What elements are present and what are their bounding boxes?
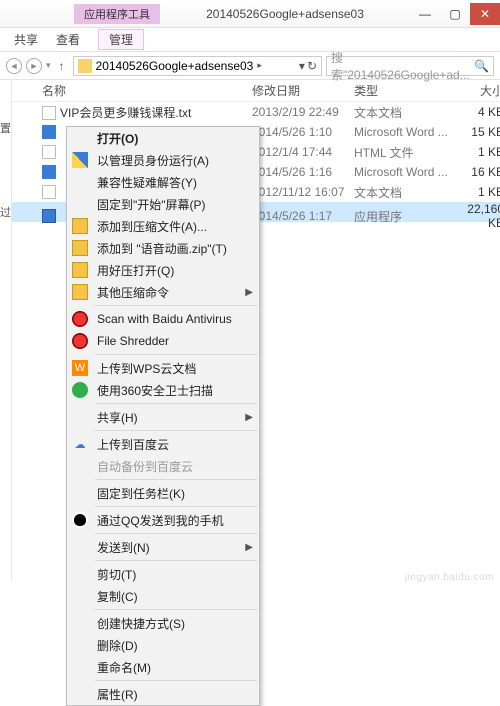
path-dropdown-icon[interactable]: ▾	[299, 59, 305, 73]
column-headers: 名称 修改日期 类型 大小	[12, 80, 500, 102]
forward-button[interactable]: ►	[26, 58, 42, 74]
contextual-tab: 应用程序工具	[74, 4, 160, 24]
ctx-create-shortcut[interactable]: 创建快捷方式(S)	[67, 612, 259, 634]
ctx-pin-taskbar[interactable]: 固定到任务栏(K)	[67, 482, 259, 504]
separator	[95, 609, 257, 610]
ctx-baidu-cloud[interactable]: ☁上传到百度云	[67, 433, 259, 455]
ctx-rename[interactable]: 重命名(M)	[67, 656, 259, 678]
shredder-icon	[72, 333, 88, 349]
window-title: 20140526Google+adsense03	[160, 7, 410, 21]
separator	[95, 479, 257, 480]
file-icon	[42, 165, 56, 179]
ribbon-tab-share[interactable]: 共享	[14, 31, 38, 48]
file-icon	[42, 125, 56, 139]
chevron-right-icon: ▸	[257, 60, 262, 71]
archive-icon	[72, 262, 88, 278]
chevron-right-icon: ▶	[245, 542, 253, 553]
minimize-button[interactable]: —	[410, 3, 440, 25]
breadcrumb-text: 20140526Google+adsense03	[96, 59, 254, 73]
ribbon-tab-view[interactable]: 查看	[56, 31, 80, 48]
col-name[interactable]: 名称	[42, 82, 252, 99]
folder-icon	[78, 59, 92, 73]
up-button[interactable]: ↑	[55, 59, 69, 73]
archive-icon	[72, 240, 88, 256]
close-button[interactable]: ✕	[470, 3, 500, 25]
file-icon	[42, 185, 56, 199]
ctx-scan-360[interactable]: 使用360安全卫士扫描	[67, 379, 259, 401]
archive-icon	[72, 284, 88, 300]
chevron-right-icon: ▶	[245, 412, 253, 423]
ctx-properties[interactable]: 属性(R)	[67, 683, 259, 705]
file-icon	[42, 209, 56, 223]
side-glyph-a: 置	[0, 120, 11, 136]
360-icon	[72, 382, 88, 398]
cloud-icon: ☁	[72, 436, 88, 452]
ctx-troubleshoot[interactable]: 兼容性疑难解答(Y)	[67, 171, 259, 193]
ribbon-tab-manage[interactable]: 管理	[98, 29, 144, 50]
side-glyph-b: 过	[0, 204, 11, 220]
file-row[interactable]: VIP会员更多赚钱课程.txt2013/2/19 22:49文本文档4 KB	[12, 102, 500, 122]
separator	[95, 680, 257, 681]
separator	[95, 354, 257, 355]
search-icon: 🔍	[474, 59, 489, 73]
breadcrumb[interactable]: 20140526Google+adsense03 ▸ ▾ ↻	[73, 56, 322, 76]
archive-icon	[72, 218, 88, 234]
wps-icon: W	[72, 360, 88, 376]
ctx-add-named-zip[interactable]: 添加到 "语音动画.zip"(T)	[67, 237, 259, 259]
separator	[95, 506, 257, 507]
file-icon	[42, 145, 56, 159]
history-dropdown[interactable]: ▾	[46, 60, 51, 71]
separator	[95, 305, 257, 306]
ctx-send-qq[interactable]: 通过QQ发送到我的手机	[67, 509, 259, 531]
separator	[95, 430, 257, 431]
maximize-button[interactable]: ▢	[440, 3, 470, 25]
ctx-add-archive[interactable]: 添加到压缩文件(A)...	[67, 215, 259, 237]
ctx-open[interactable]: 打开(O)	[67, 127, 259, 149]
title-bar: 应用程序工具 20140526Google+adsense03 — ▢ ✕	[0, 0, 500, 28]
ctx-file-shredder[interactable]: File Shredder	[67, 330, 259, 352]
ctx-cut[interactable]: 剪切(T)	[67, 563, 259, 585]
ctx-scan-baidu-av[interactable]: Scan with Baidu Antivirus	[67, 308, 259, 330]
shield-icon	[72, 152, 88, 168]
ctx-share[interactable]: 共享(H)▶	[67, 406, 259, 428]
separator	[95, 403, 257, 404]
ctx-upload-wps[interactable]: W上传到WPS云文档	[67, 357, 259, 379]
ctx-pin-start[interactable]: 固定到"开始"屏幕(P)	[67, 193, 259, 215]
search-input[interactable]: 搜索"20140526Google+ad... 🔍	[326, 56, 494, 76]
separator	[95, 560, 257, 561]
back-button[interactable]: ◄	[6, 58, 22, 74]
qq-icon	[72, 512, 88, 528]
separator	[95, 533, 257, 534]
search-placeholder: 搜索"20140526Google+ad...	[331, 49, 474, 83]
refresh-button[interactable]: ↻	[307, 59, 317, 73]
ctx-send-to[interactable]: 发送到(N)▶	[67, 536, 259, 558]
antivirus-icon	[72, 311, 88, 327]
nav-pane-edge: 置 过	[0, 80, 12, 580]
ctx-baidu-auto: 自动备份到百度云	[67, 455, 259, 477]
chevron-right-icon: ▶	[245, 287, 253, 298]
context-menu: 打开(O) 以管理员身份运行(A) 兼容性疑难解答(Y) 固定到"开始"屏幕(P…	[66, 126, 260, 706]
col-size[interactable]: 大小	[452, 82, 500, 99]
ctx-delete[interactable]: 删除(D)	[67, 634, 259, 656]
ctx-run-as-admin[interactable]: 以管理员身份运行(A)	[67, 149, 259, 171]
file-icon	[42, 106, 56, 120]
ctx-other-zip[interactable]: 其他压缩命令▶	[67, 281, 259, 303]
col-type[interactable]: 类型	[354, 82, 452, 99]
ctx-open-haozip[interactable]: 用好压打开(Q)	[67, 259, 259, 281]
address-bar: ◄ ► ▾ ↑ 20140526Google+adsense03 ▸ ▾ ↻ 搜…	[0, 52, 500, 80]
ctx-copy[interactable]: 复制(C)	[67, 585, 259, 607]
col-date[interactable]: 修改日期	[252, 82, 354, 99]
